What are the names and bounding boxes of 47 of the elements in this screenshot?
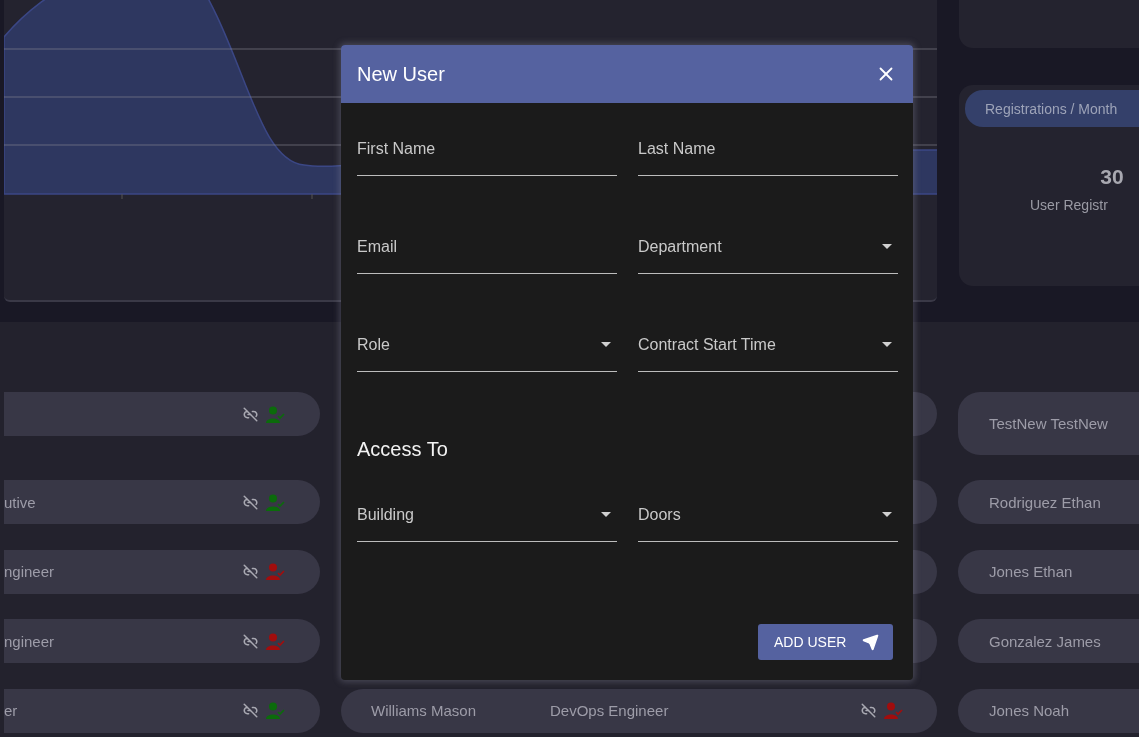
select-field[interactable]: Building: [357, 492, 617, 542]
user-row[interactable]: er: [4, 688, 320, 733]
user-row[interactable]: ngineer: [4, 549, 320, 594]
user-name: Gonzalez James: [989, 632, 1101, 650]
user-row[interactable]: Jones Ethan: [958, 549, 1139, 594]
user-name: Jones Ethan: [989, 563, 1073, 581]
user-row[interactable]: TestNew TestNew: [958, 392, 1139, 455]
select-field[interactable]: Doors: [638, 492, 898, 542]
caret-icon: [882, 244, 892, 249]
select-field[interactable]: Department: [638, 224, 898, 274]
user-name: Williams Mason: [371, 702, 477, 720]
user-row[interactable]: Williams Mason DevOps Engineer: [341, 688, 937, 733]
user-row[interactable]: Jones Noah: [958, 688, 1139, 733]
role-text: ngineer: [4, 563, 55, 581]
user-row[interactable]: Gonzalez James: [958, 619, 1139, 664]
link-off-icon[interactable]: [861, 703, 876, 719]
caret-icon: [601, 342, 611, 347]
caret-icon: [882, 512, 892, 517]
user-row[interactable]: Rodriguez Ethan: [958, 480, 1139, 525]
stat-caption: User Registr: [1030, 197, 1108, 213]
link-off-icon[interactable]: [243, 494, 258, 510]
link-off-icon[interactable]: [243, 633, 258, 649]
dialog-title: New User: [357, 62, 445, 86]
select-field[interactable]: Contract Start Time: [638, 322, 898, 372]
add-user-button[interactable]: ADD USER: [758, 624, 893, 660]
caret-icon: [882, 342, 892, 347]
role-text: DevOps Engineer: [550, 702, 669, 720]
send-icon: [862, 633, 879, 651]
select-field[interactable]: Role: [357, 322, 617, 372]
user-name: Jones Noah: [989, 702, 1070, 720]
text-field[interactable]: Last Name: [638, 126, 898, 176]
caret-icon: [601, 512, 611, 517]
user-name: TestNew TestNew: [989, 415, 1108, 432]
text-field[interactable]: First Name: [357, 126, 617, 176]
link-off-icon[interactable]: [243, 703, 258, 719]
link-off-icon[interactable]: [243, 564, 258, 580]
role-text: er: [4, 702, 18, 720]
user-row[interactable]: utive: [4, 480, 320, 525]
stat-value: 30: [1100, 165, 1124, 189]
role-text: ngineer: [4, 632, 55, 650]
role-text: utive: [4, 493, 36, 511]
card-header: Registrations / Month: [965, 90, 1139, 127]
section-heading: Access To: [357, 438, 449, 461]
user-name: Rodriguez Ethan: [989, 493, 1101, 511]
text-field[interactable]: Email: [357, 224, 617, 274]
user-row[interactable]: ngineer: [4, 619, 320, 664]
link-off-icon[interactable]: [243, 406, 258, 422]
